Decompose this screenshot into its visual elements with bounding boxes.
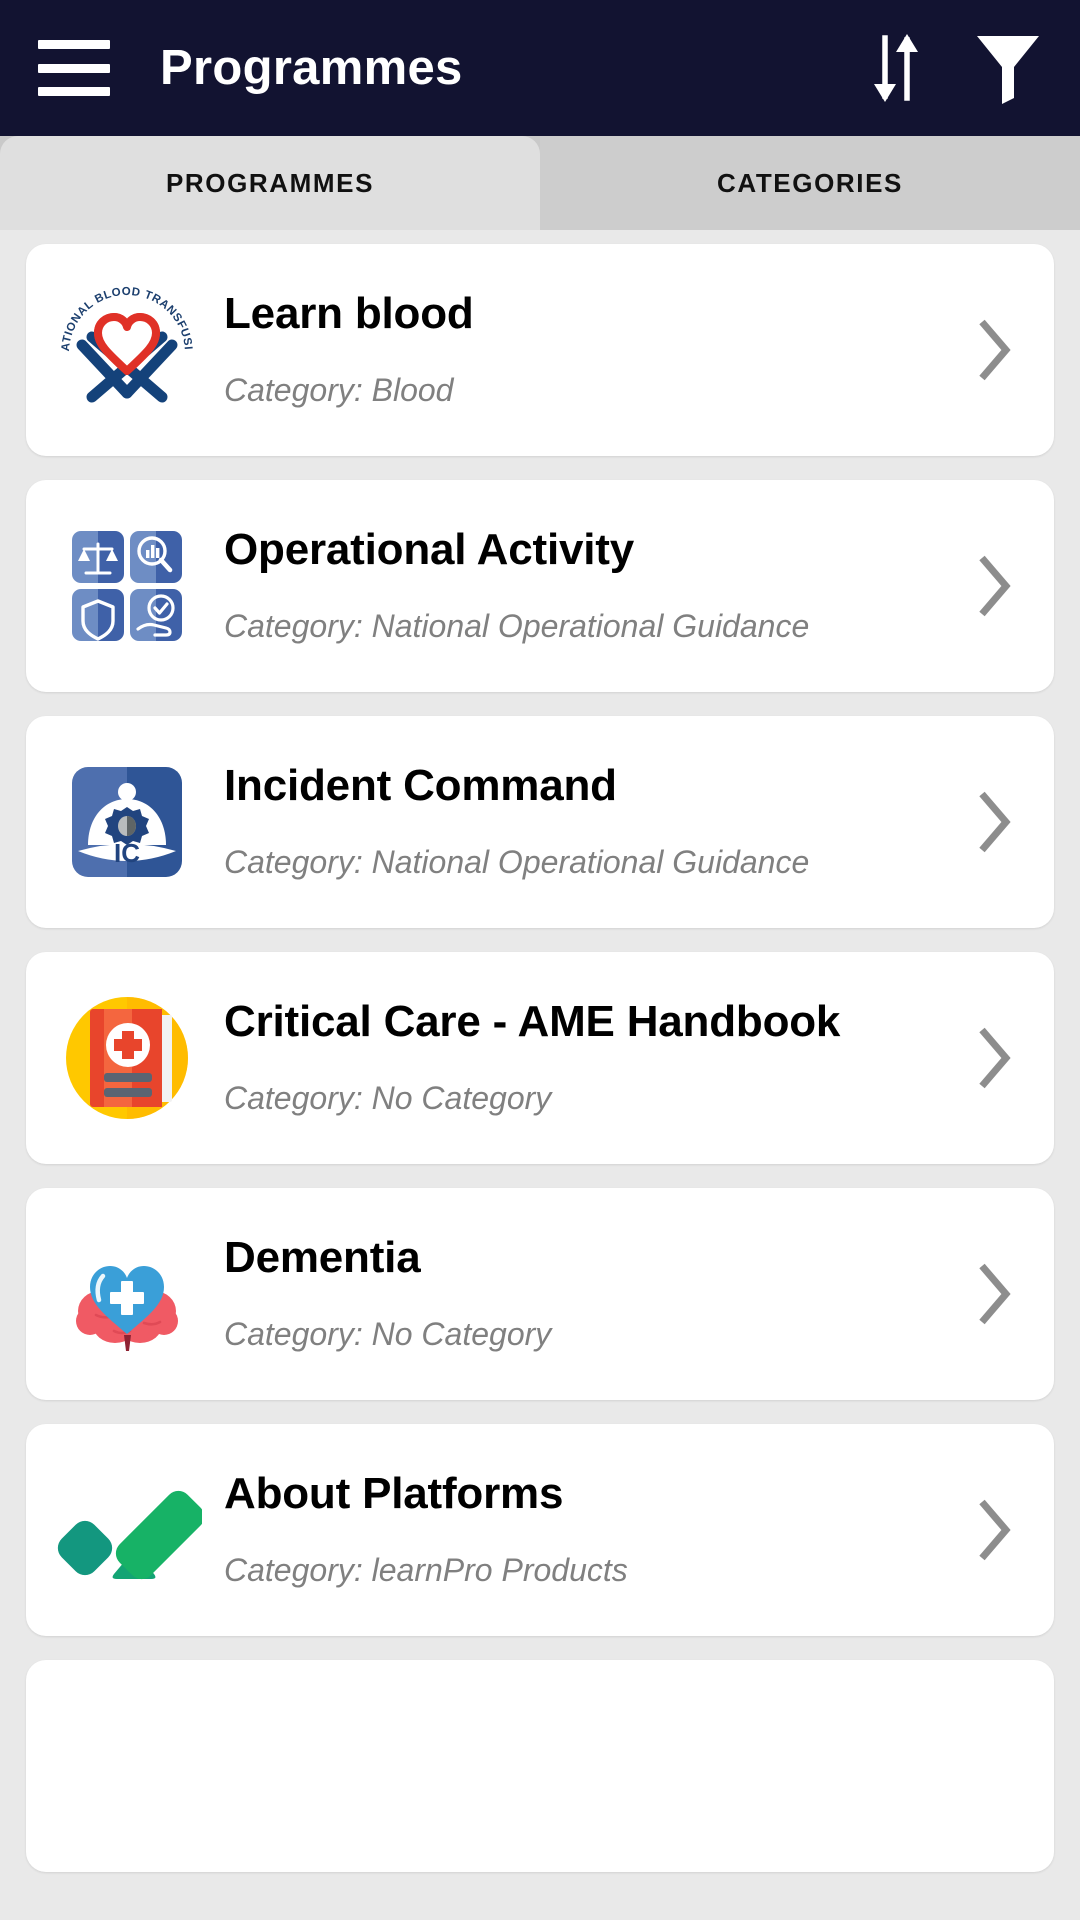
tab-categories[interactable]: CATEGORIES	[540, 136, 1080, 230]
tab-programmes-label: PROGRAMMES	[165, 167, 375, 198]
tab-categories-label: CATEGORIES	[717, 167, 903, 198]
hamburger-bar	[38, 63, 110, 73]
chevron-right-icon[interactable]	[958, 312, 1028, 388]
list-item-text: Incident Command Category: National Oper…	[202, 763, 958, 880]
programme-title: Incident Command	[224, 761, 617, 811]
programme-title: Dementia	[224, 1233, 421, 1283]
tab-programmes[interactable]: PROGRAMMES	[0, 136, 540, 230]
programme-title: About Platforms	[224, 1469, 564, 1519]
programmes-list[interactable]: SCOTTISH NATIONAL BLOOD TRANSFUSION SERV…	[0, 230, 1080, 1920]
chevron-right-icon[interactable]	[958, 1020, 1028, 1096]
programme-category: Category: National Operational Guidance	[224, 843, 810, 880]
learnpro-checkmark-icon	[52, 1455, 202, 1605]
list-item[interactable]: SCOTTISH NATIONAL BLOOD TRANSFUSION SERV…	[26, 244, 1054, 456]
incident-command-helmet-icon: IC	[52, 747, 202, 897]
programme-category: Category: National Operational Guidance	[224, 607, 810, 644]
programme-title: Critical Care - AME Handbook	[224, 997, 841, 1047]
list-item[interactable]: About Platforms Category: learnPro Produ…	[26, 1424, 1054, 1636]
filter-funnel-icon[interactable]	[970, 28, 1046, 108]
list-item-text: Critical Care - AME Handbook Category: N…	[202, 999, 958, 1116]
operational-activity-grid-icon	[52, 511, 202, 661]
brain-heart-icon	[52, 1219, 202, 1369]
hamburger-menu-icon[interactable]	[38, 40, 110, 96]
chevron-right-icon[interactable]	[958, 1492, 1028, 1568]
medical-handbook-icon	[52, 983, 202, 1133]
page-title: Programmes	[160, 41, 463, 95]
sort-arrows-icon[interactable]	[858, 28, 934, 108]
list-item-text: About Platforms Category: learnPro Produ…	[202, 1471, 958, 1588]
hamburger-bar	[38, 87, 110, 96]
list-item[interactable]: Dementia Category: No Category	[26, 1188, 1054, 1400]
programme-title: Operational Activity	[224, 525, 635, 575]
hamburger-bar	[38, 40, 110, 49]
list-item[interactable]: IC Incident Command Category: National O…	[26, 716, 1054, 928]
list-item-partial[interactable]	[26, 1660, 1054, 1872]
list-item-text: Operational Activity Category: National …	[202, 527, 958, 644]
programme-category: Category: No Category	[224, 1079, 552, 1116]
app-bar-actions	[858, 28, 1046, 108]
chevron-right-icon[interactable]	[958, 1256, 1028, 1332]
programme-category: Category: No Category	[224, 1315, 552, 1352]
chevron-right-icon[interactable]	[958, 548, 1028, 624]
list-item[interactable]: Critical Care - AME Handbook Category: N…	[26, 952, 1054, 1164]
list-item[interactable]: Operational Activity Category: National …	[26, 480, 1054, 692]
snbts-blood-transfusion-logo-icon: SCOTTISH NATIONAL BLOOD TRANSFUSION SERV…	[52, 275, 202, 425]
chevron-right-icon[interactable]	[958, 784, 1028, 860]
programme-category: Category: Blood	[224, 371, 454, 408]
programme-title: Learn blood	[224, 289, 474, 339]
app-bar: Programmes	[0, 0, 1080, 136]
tab-bar: PROGRAMMES CATEGORIES	[0, 136, 1080, 230]
svg-text:IC: IC	[114, 838, 140, 868]
list-item-text: Dementia Category: No Category	[202, 1235, 958, 1352]
list-item-text: Learn blood Category: Blood	[202, 291, 958, 408]
programme-category: Category: learnPro Products	[224, 1551, 628, 1588]
